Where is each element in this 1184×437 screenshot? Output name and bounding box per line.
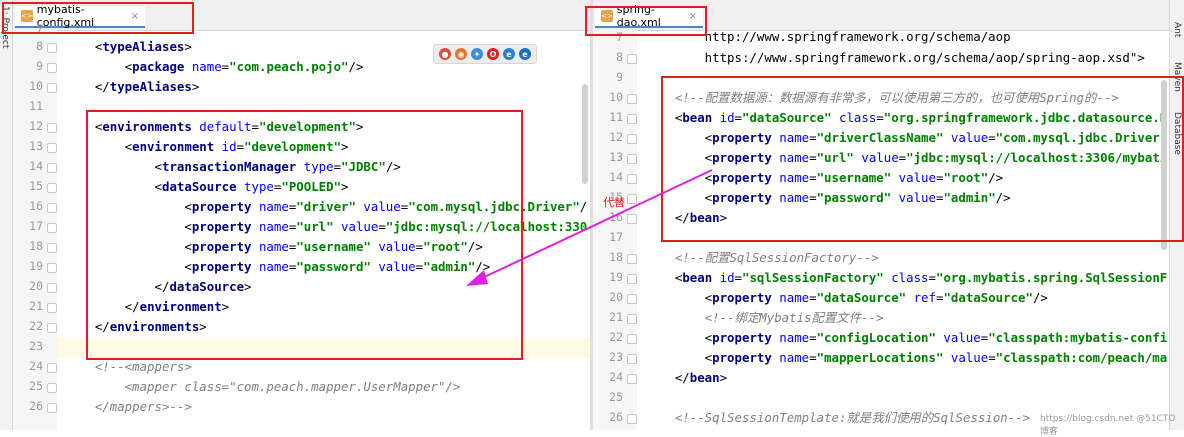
replace-annotation-label: 代替	[603, 196, 625, 209]
watermark: https://blog.csdn.net @51CTO博客	[1040, 414, 1176, 437]
replacement-arrow	[466, 169, 713, 286]
